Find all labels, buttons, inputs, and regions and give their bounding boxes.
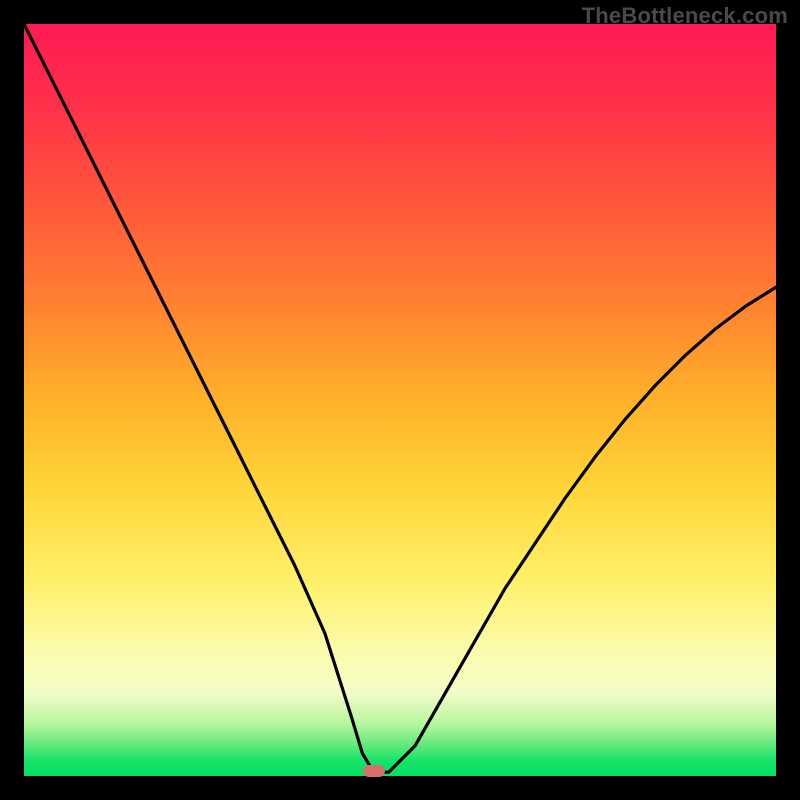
chart-container: TheBottleneck.com	[0, 0, 800, 800]
watermark-text: TheBottleneck.com	[582, 3, 788, 29]
bottleneck-curve	[24, 24, 776, 776]
plot-area	[24, 24, 776, 776]
optimum-marker	[363, 765, 385, 777]
